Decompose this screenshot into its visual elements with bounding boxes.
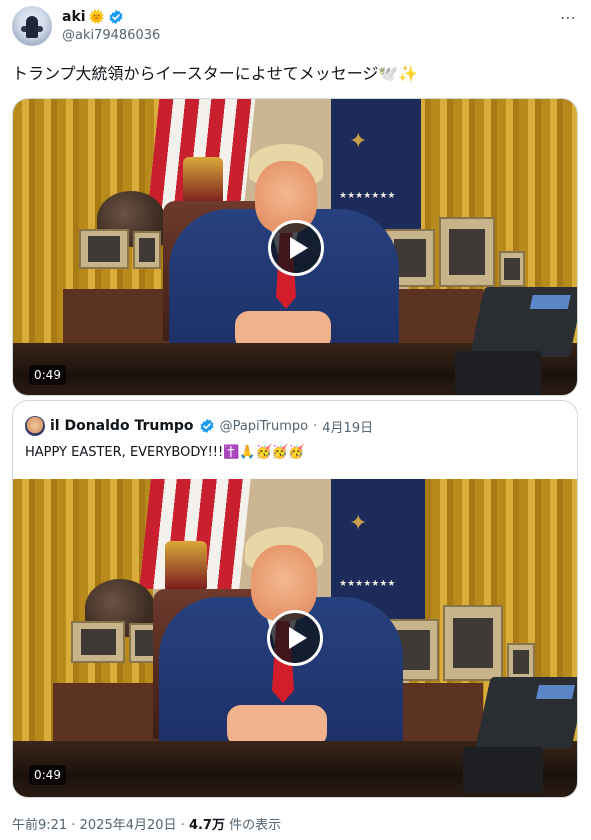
quoted-author-name[interactable]: il Donaldo Trumpo <box>50 418 194 434</box>
quoted-avatar[interactable] <box>25 416 45 436</box>
verified-badge-icon <box>200 419 214 433</box>
tweet-header: aki 🌞 @aki79486036 ⋯ <box>12 6 579 48</box>
author-name-row[interactable]: aki 🌞 <box>62 8 124 26</box>
avatar-figure-body <box>26 16 38 38</box>
photo-frames-left <box>71 621 159 663</box>
photo-frames-right <box>385 217 525 287</box>
lamp <box>165 541 207 589</box>
photo-frames-right <box>385 605 535 681</box>
video-player-quote[interactable]: ★★★★★★★ ✦ 0:49 <box>13 479 577 797</box>
photo-frames-left <box>79 229 161 269</box>
tweet-time[interactable]: 午前9:21 <box>12 818 67 833</box>
quoted-text-body: HAPPY EASTER, EVERYBODY!!! <box>25 445 224 460</box>
more-options-icon[interactable]: ⋯ <box>560 8 577 27</box>
tweet-meta: 午前9:21 · 2025年4月20日 · 4.7万 件の表示 <box>12 814 281 833</box>
tweet-date[interactable]: 2025年4月20日 <box>80 818 177 833</box>
avatar[interactable] <box>12 6 52 46</box>
author-name[interactable]: aki <box>62 9 86 25</box>
play-icon[interactable] <box>267 610 323 666</box>
tweet-text: トランプ大統領からイースターによせてメッセージ🕊️✨ <box>12 62 418 86</box>
view-count: 4.7万 <box>188 818 225 833</box>
quoted-tweet-text: HAPPY EASTER, EVERYBODY!!!✝️🙏🥳🥳🥳 <box>25 443 304 463</box>
video-player-main[interactable]: ★★★★★★★ ✦ 0:49 <box>12 98 578 396</box>
quoted-tweet-header: il Donaldo Trumpo @PapiTrumpo · 4月19日 <box>25 415 373 437</box>
verified-badge-icon <box>109 10 123 24</box>
quoted-separator: · <box>313 418 318 434</box>
meta-separator: · <box>71 818 76 833</box>
tweet-emojis: 🕊️✨ <box>378 64 419 83</box>
phone-base <box>463 747 543 793</box>
quoted-emojis: ✝️🙏🥳🥳🥳 <box>223 445 305 460</box>
tweet-text-body: トランプ大統領からイースターによせてメッセージ <box>12 64 379 83</box>
phone-base <box>455 351 541 395</box>
author-handle[interactable]: @aki79486036 <box>62 28 160 43</box>
quoted-author-handle[interactable]: @PapiTrumpo <box>220 419 309 434</box>
play-icon[interactable] <box>268 220 324 276</box>
video-duration: 0:49 <box>29 365 66 385</box>
quoted-date[interactable]: 4月19日 <box>322 417 373 436</box>
lamp <box>183 157 223 203</box>
quoted-tweet[interactable]: il Donaldo Trumpo @PapiTrumpo · 4月19日 HA… <box>12 400 578 798</box>
view-count-label: 件の表示 <box>229 818 282 833</box>
sun-emoji: 🌞 <box>88 9 105 25</box>
desk-phone <box>475 677 577 749</box>
desk-phone <box>469 287 577 357</box>
meta-separator: · <box>180 818 185 833</box>
video-duration: 0:49 <box>29 765 66 785</box>
